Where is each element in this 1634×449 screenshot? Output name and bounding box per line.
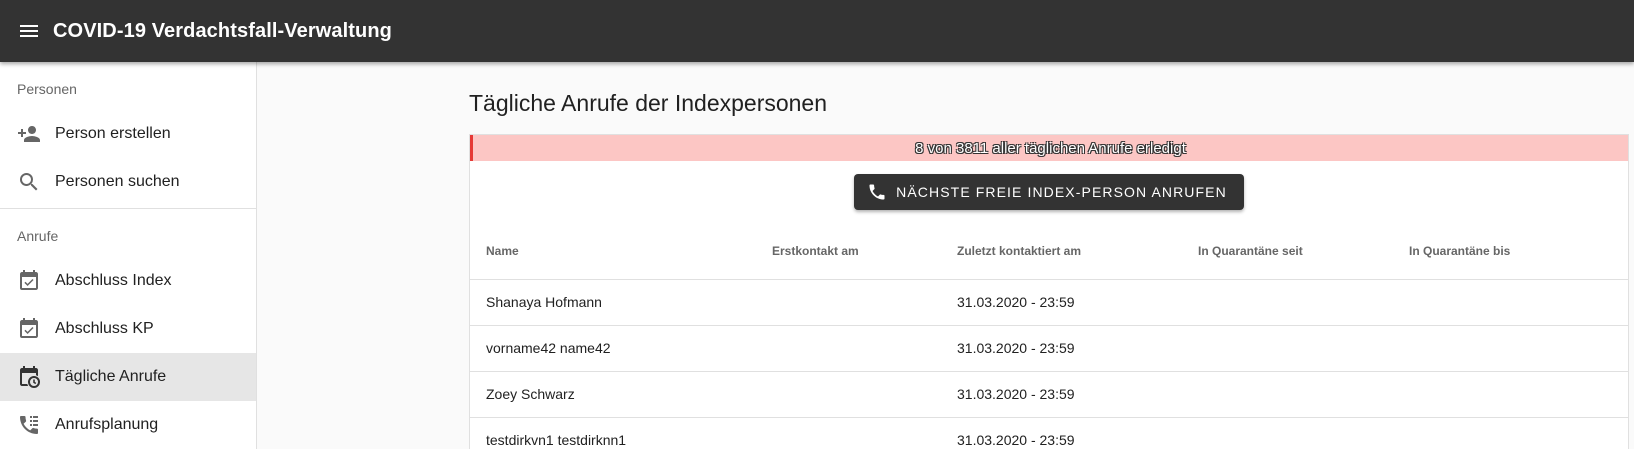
sidebar-section-anrufe: Anrufe bbox=[17, 228, 59, 244]
cell-quarantaene-seit bbox=[1182, 325, 1393, 372]
phone-list-icon bbox=[17, 413, 41, 437]
column-header-erstkontakt[interactable]: Erstkontakt am bbox=[756, 223, 941, 280]
event-available-icon bbox=[17, 317, 41, 341]
cell-zuletzt-kontaktiert: 31.03.2020 - 23:59 bbox=[941, 417, 1182, 449]
column-header-quarantaene-bis[interactable]: In Quarantäne bis bbox=[1393, 223, 1628, 280]
cell-name: Zoey Schwarz bbox=[470, 371, 756, 418]
search-icon bbox=[17, 170, 41, 194]
calls-table: Name Erstkontakt am Zuletzt kontaktiert … bbox=[470, 223, 1628, 449]
sidebar-section-personen: Personen bbox=[17, 81, 77, 97]
page-title: Tägliche Anrufe der Indexpersonen bbox=[469, 90, 828, 116]
sidebar-item-abschluss-index[interactable]: Abschluss Index bbox=[0, 257, 256, 305]
cell-erstkontakt bbox=[756, 325, 941, 372]
table-row[interactable]: vorname42 name42 31.03.2020 - 23:59 bbox=[470, 325, 1628, 372]
event-available-icon bbox=[17, 269, 41, 293]
cell-zuletzt-kontaktiert: 31.03.2020 - 23:59 bbox=[941, 325, 1182, 372]
sidebar-item-label: Tägliche Anrufe bbox=[55, 368, 167, 385]
cell-name: Shanaya Hofmann bbox=[470, 279, 756, 326]
sidebar-item-label: Abschluss KP bbox=[55, 320, 154, 337]
cell-quarantaene-bis bbox=[1393, 279, 1628, 326]
call-button-label: NÄCHSTE FREIE INDEX-PERSON ANRUFEN bbox=[896, 184, 1227, 200]
cell-erstkontakt bbox=[756, 371, 941, 418]
cell-erstkontakt bbox=[756, 417, 941, 449]
cell-name: testdirkvn1 testdirknn1 bbox=[470, 417, 756, 449]
column-header-quarantaene-seit[interactable]: In Quarantäne seit bbox=[1182, 223, 1393, 280]
sidebar-item-label: Abschluss Index bbox=[55, 272, 172, 289]
sidebar-item-taegliche-anrufe[interactable]: Tägliche Anrufe bbox=[0, 353, 256, 401]
calendar-clock-icon bbox=[17, 365, 41, 389]
cell-name: vorname42 name42 bbox=[470, 325, 756, 372]
cell-quarantaene-seit bbox=[1182, 279, 1393, 326]
sidebar-item-anrufsplanung[interactable]: Anrufsplanung bbox=[0, 401, 256, 449]
sidebar-item-label: Personen suchen bbox=[55, 173, 180, 190]
sidebar-item-abschluss-kp[interactable]: Abschluss KP bbox=[0, 305, 256, 353]
phone-icon bbox=[866, 181, 888, 203]
sidebar: Personen Person erstellen Personen suche… bbox=[0, 62, 257, 449]
sidebar-item-label: Person erstellen bbox=[55, 125, 171, 142]
sidebar-item-label: Anrufsplanung bbox=[55, 416, 159, 433]
app-toolbar: COVID-19 Verdachtsfall-Verwaltung bbox=[0, 0, 1634, 62]
cell-quarantaene-bis bbox=[1393, 417, 1628, 449]
main-content: Tägliche Anrufe der Indexpersonen 8 von … bbox=[257, 62, 1634, 449]
call-button-container: NÄCHSTE FREIE INDEX-PERSON ANRUFEN bbox=[470, 161, 1628, 223]
cell-quarantaene-bis bbox=[1393, 325, 1628, 372]
cell-zuletzt-kontaktiert: 31.03.2020 - 23:59 bbox=[941, 279, 1182, 326]
table-row[interactable]: Shanaya Hofmann 31.03.2020 - 23:59 bbox=[470, 279, 1628, 326]
calls-card: 8 von 3811 aller täglichen Anrufe erledi… bbox=[469, 134, 1629, 449]
menu-icon[interactable] bbox=[17, 19, 41, 43]
cell-erstkontakt bbox=[756, 279, 941, 326]
column-header-name[interactable]: Name bbox=[470, 223, 756, 280]
table-row[interactable]: testdirkvn1 testdirknn1 31.03.2020 - 23:… bbox=[470, 417, 1628, 449]
cell-quarantaene-seit bbox=[1182, 417, 1393, 449]
table-row[interactable]: Zoey Schwarz 31.03.2020 - 23:59 bbox=[470, 371, 1628, 418]
progress-banner: 8 von 3811 aller täglichen Anrufe erledi… bbox=[470, 135, 1628, 161]
cell-quarantaene-seit bbox=[1182, 371, 1393, 418]
cell-quarantaene-bis bbox=[1393, 371, 1628, 418]
column-header-zuletzt-kontaktiert[interactable]: Zuletzt kontaktiert am bbox=[941, 223, 1182, 280]
sidebar-item-person-erstellen[interactable]: Person erstellen bbox=[0, 110, 256, 158]
table-header-row: Name Erstkontakt am Zuletzt kontaktiert … bbox=[470, 223, 1628, 280]
sidebar-item-personen-suchen[interactable]: Personen suchen bbox=[0, 158, 256, 206]
app-title: COVID-19 Verdachtsfall-Verwaltung bbox=[53, 19, 392, 42]
call-next-index-person-button[interactable]: NÄCHSTE FREIE INDEX-PERSON ANRUFEN bbox=[854, 174, 1244, 210]
cell-zuletzt-kontaktiert: 31.03.2020 - 23:59 bbox=[941, 371, 1182, 418]
person-add-icon bbox=[17, 122, 41, 146]
